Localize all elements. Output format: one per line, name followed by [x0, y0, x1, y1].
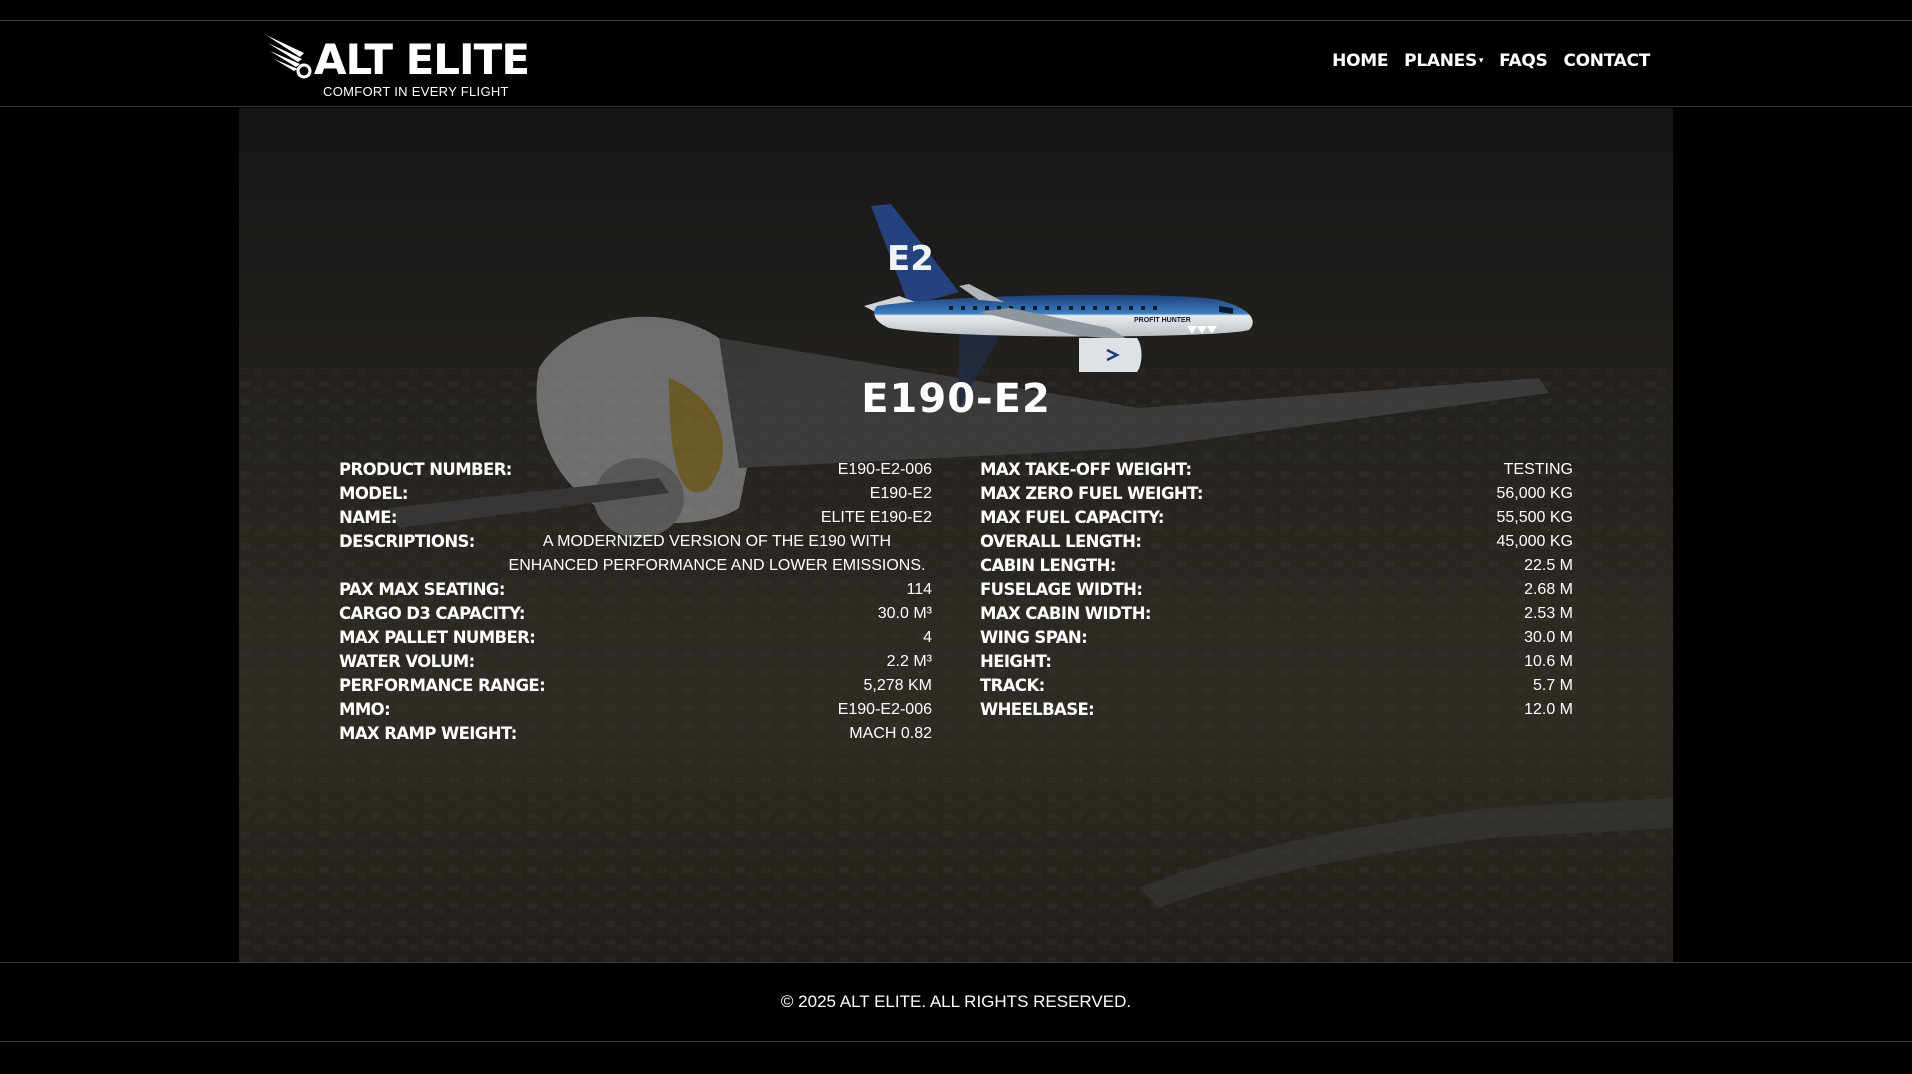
nav-faqs[interactable]: FAQS — [1499, 51, 1548, 71]
spec-value: 2.68 M — [1524, 581, 1573, 598]
spec-row-max-ramp-weight: MAX RAMP WEIGHT: MACH 0.82 — [339, 722, 932, 746]
spec-row-mmo: MMO: E190-E2-006 — [339, 698, 932, 722]
spec-value: MACH 0.82 — [849, 725, 932, 742]
plane-title: E190-E2 — [861, 376, 1051, 422]
spec-label: PRODUCT NUMBER: — [339, 460, 512, 479]
spec-row-height: HEIGHT: 10.6 M — [980, 650, 1573, 674]
spec-value: ELITE E190-E2 — [820, 509, 932, 526]
aircraft-image: E2 PROFIT HUNTER — [864, 204, 1253, 372]
spec-row-model: MODEL: E190-E2 — [339, 482, 932, 506]
spec-value: 4 — [923, 629, 932, 646]
spec-row-product-number: PRODUCT NUMBER: E190-E2-006 — [339, 458, 932, 482]
spec-row-track: TRACK: 5.7 M — [980, 674, 1573, 698]
tail-mark-text: E2 — [887, 239, 934, 279]
spec-label: HEIGHT: — [980, 652, 1052, 671]
spec-value: E190-E2-006 — [837, 461, 932, 478]
spec-value: 56,000 KG — [1496, 485, 1574, 502]
livery-text: PROFIT HUNTER — [1134, 317, 1191, 324]
spec-label: MAX CABIN WIDTH: — [980, 604, 1152, 623]
spec-value: 55,500 KG — [1496, 509, 1574, 526]
brand-logo[interactable]: ALT ELITE COMFORT IN EVERY FLIGHT — [264, 29, 544, 99]
spec-label: MAX PALLET NUMBER: — [339, 628, 536, 647]
spec-label: CARGO D3 CAPACITY: — [339, 604, 525, 623]
site-footer: © 2025 ALT ELITE. ALL RIGHTS RESERVED. — [0, 962, 1912, 1042]
spec-value: 5,278 KM — [863, 677, 932, 694]
nav-planes[interactable]: PLANES ▾ — [1404, 51, 1483, 71]
spec-value: E190-E2 — [869, 485, 932, 502]
spec-label: MAX TAKE-OFF WEIGHT: — [980, 460, 1192, 479]
spec-label: MAX ZERO FUEL WEIGHT: — [980, 484, 1203, 503]
spec-row-name: NAME: ELITE E190-E2 — [339, 506, 932, 530]
spec-row-descriptions: DESCRIPTIONS: A MODERNIZED VERSION OF THE… — [339, 530, 932, 578]
spec-row-wing-span: WING SPAN: 30.0 M — [980, 626, 1573, 650]
chevron-down-icon: ▾ — [1478, 56, 1484, 66]
spec-row-max-take-off-weight: MAX TAKE-OFF WEIGHT: TESTING — [980, 458, 1573, 482]
specs-left-column: PRODUCT NUMBER: E190-E2-006 MODEL: E190-E2… — [339, 458, 932, 746]
spec-row-max-pallet-number: MAX PALLET NUMBER: 4 — [339, 626, 932, 650]
spec-value: 45,000 KG — [1496, 533, 1574, 550]
spec-row-max-fuel-capacity: MAX FUEL CAPACITY: 55,500 KG — [980, 506, 1573, 530]
spec-label: OVERALL LENGTH: — [980, 532, 1142, 551]
nav-planes-label: PLANES — [1404, 51, 1477, 71]
spec-value: 10.6 M — [1524, 653, 1573, 670]
spec-value: 2.2 M³ — [886, 653, 932, 670]
spec-row-max-cabin-width: MAX CABIN WIDTH: 2.53 M — [980, 602, 1573, 626]
spec-label: FUSELAGE WIDTH: — [980, 580, 1143, 599]
copyright-text: © 2025 ALT ELITE. ALL RIGHTS RESERVED. — [780, 992, 1132, 1011]
spec-row-cabin-length: CABIN LENGTH: 22.5 M — [980, 554, 1573, 578]
spec-value: 30.0 M³ — [877, 605, 932, 622]
spec-label: WHEELBASE: — [980, 700, 1095, 719]
specs-right-column: MAX TAKE-OFF WEIGHT: TESTING MAX ZERO FUE… — [980, 458, 1573, 746]
nav-contact[interactable]: CONTACT — [1563, 51, 1650, 71]
spec-value: 30.0 M — [1524, 629, 1573, 646]
spec-value: 22.5 M — [1524, 557, 1573, 574]
spec-row-overall-length: OVERALL LENGTH: 45,000 KG — [980, 530, 1573, 554]
spec-value: 12.0 M — [1524, 701, 1573, 718]
spec-value: 5.7 M — [1532, 677, 1573, 694]
brand-name: ALT ELITE — [314, 35, 530, 84]
spec-row-performance-range: PERFORMANCE RANGE: 5,278 KM — [339, 674, 932, 698]
spec-row-wheelbase: WHEELBASE: 12.0 M — [980, 698, 1573, 722]
spec-label: PERFORMANCE RANGE: — [339, 676, 546, 695]
spec-row-pax-max-seating: PAX MAX SEATING: 114 — [339, 578, 932, 602]
spec-label: DESCRIPTIONS: — [339, 532, 475, 551]
spec-label: MODEL: — [339, 484, 409, 503]
spec-value: A MODERNIZED VERSION OF THE E190 WITH EN… — [508, 533, 926, 574]
nav-home[interactable]: HOME — [1332, 51, 1388, 71]
spec-row-cargo-capacity: CARGO D3 CAPACITY: 30.0 M³ — [339, 602, 932, 626]
spec-label: NAME: — [339, 508, 397, 527]
spec-value: TESTING — [1503, 461, 1573, 478]
brand-tagline: COMFORT IN EVERY FLIGHT — [323, 84, 509, 99]
spec-value: E190-E2-006 — [837, 701, 932, 718]
spec-label: MAX RAMP WEIGHT: — [339, 724, 517, 743]
spec-row-max-zero-fuel-weight: MAX ZERO FUEL WEIGHT: 56,000 KG — [980, 482, 1573, 506]
spec-label: CABIN LENGTH: — [980, 556, 1116, 575]
spec-label: WATER VOLUM: — [339, 652, 475, 671]
specs-table: PRODUCT NUMBER: E190-E2-006 MODEL: E190-E2… — [339, 458, 1573, 746]
spec-value: 114 — [906, 581, 932, 598]
hero-section: E2 PROFIT HUNTER E190-E2 PRODUCT NUMBER:… — [239, 108, 1673, 962]
spec-value: 2.53 M — [1524, 605, 1573, 622]
spec-row-fuselage-width: FUSELAGE WIDTH: 2.68 M — [980, 578, 1573, 602]
spec-label: TRACK: — [980, 676, 1045, 695]
site-header: ALT ELITE COMFORT IN EVERY FLIGHT HOME P… — [0, 21, 1912, 107]
spec-label: MMO: — [339, 700, 391, 719]
spec-row-water-volum: WATER VOLUM: 2.2 M³ — [339, 650, 932, 674]
spec-label: MAX FUEL CAPACITY: — [980, 508, 1165, 527]
spec-label: PAX MAX SEATING: — [339, 580, 505, 599]
main-nav: HOME PLANES ▾ FAQS CONTACT — [1332, 51, 1650, 71]
spec-label: WING SPAN: — [980, 628, 1088, 647]
